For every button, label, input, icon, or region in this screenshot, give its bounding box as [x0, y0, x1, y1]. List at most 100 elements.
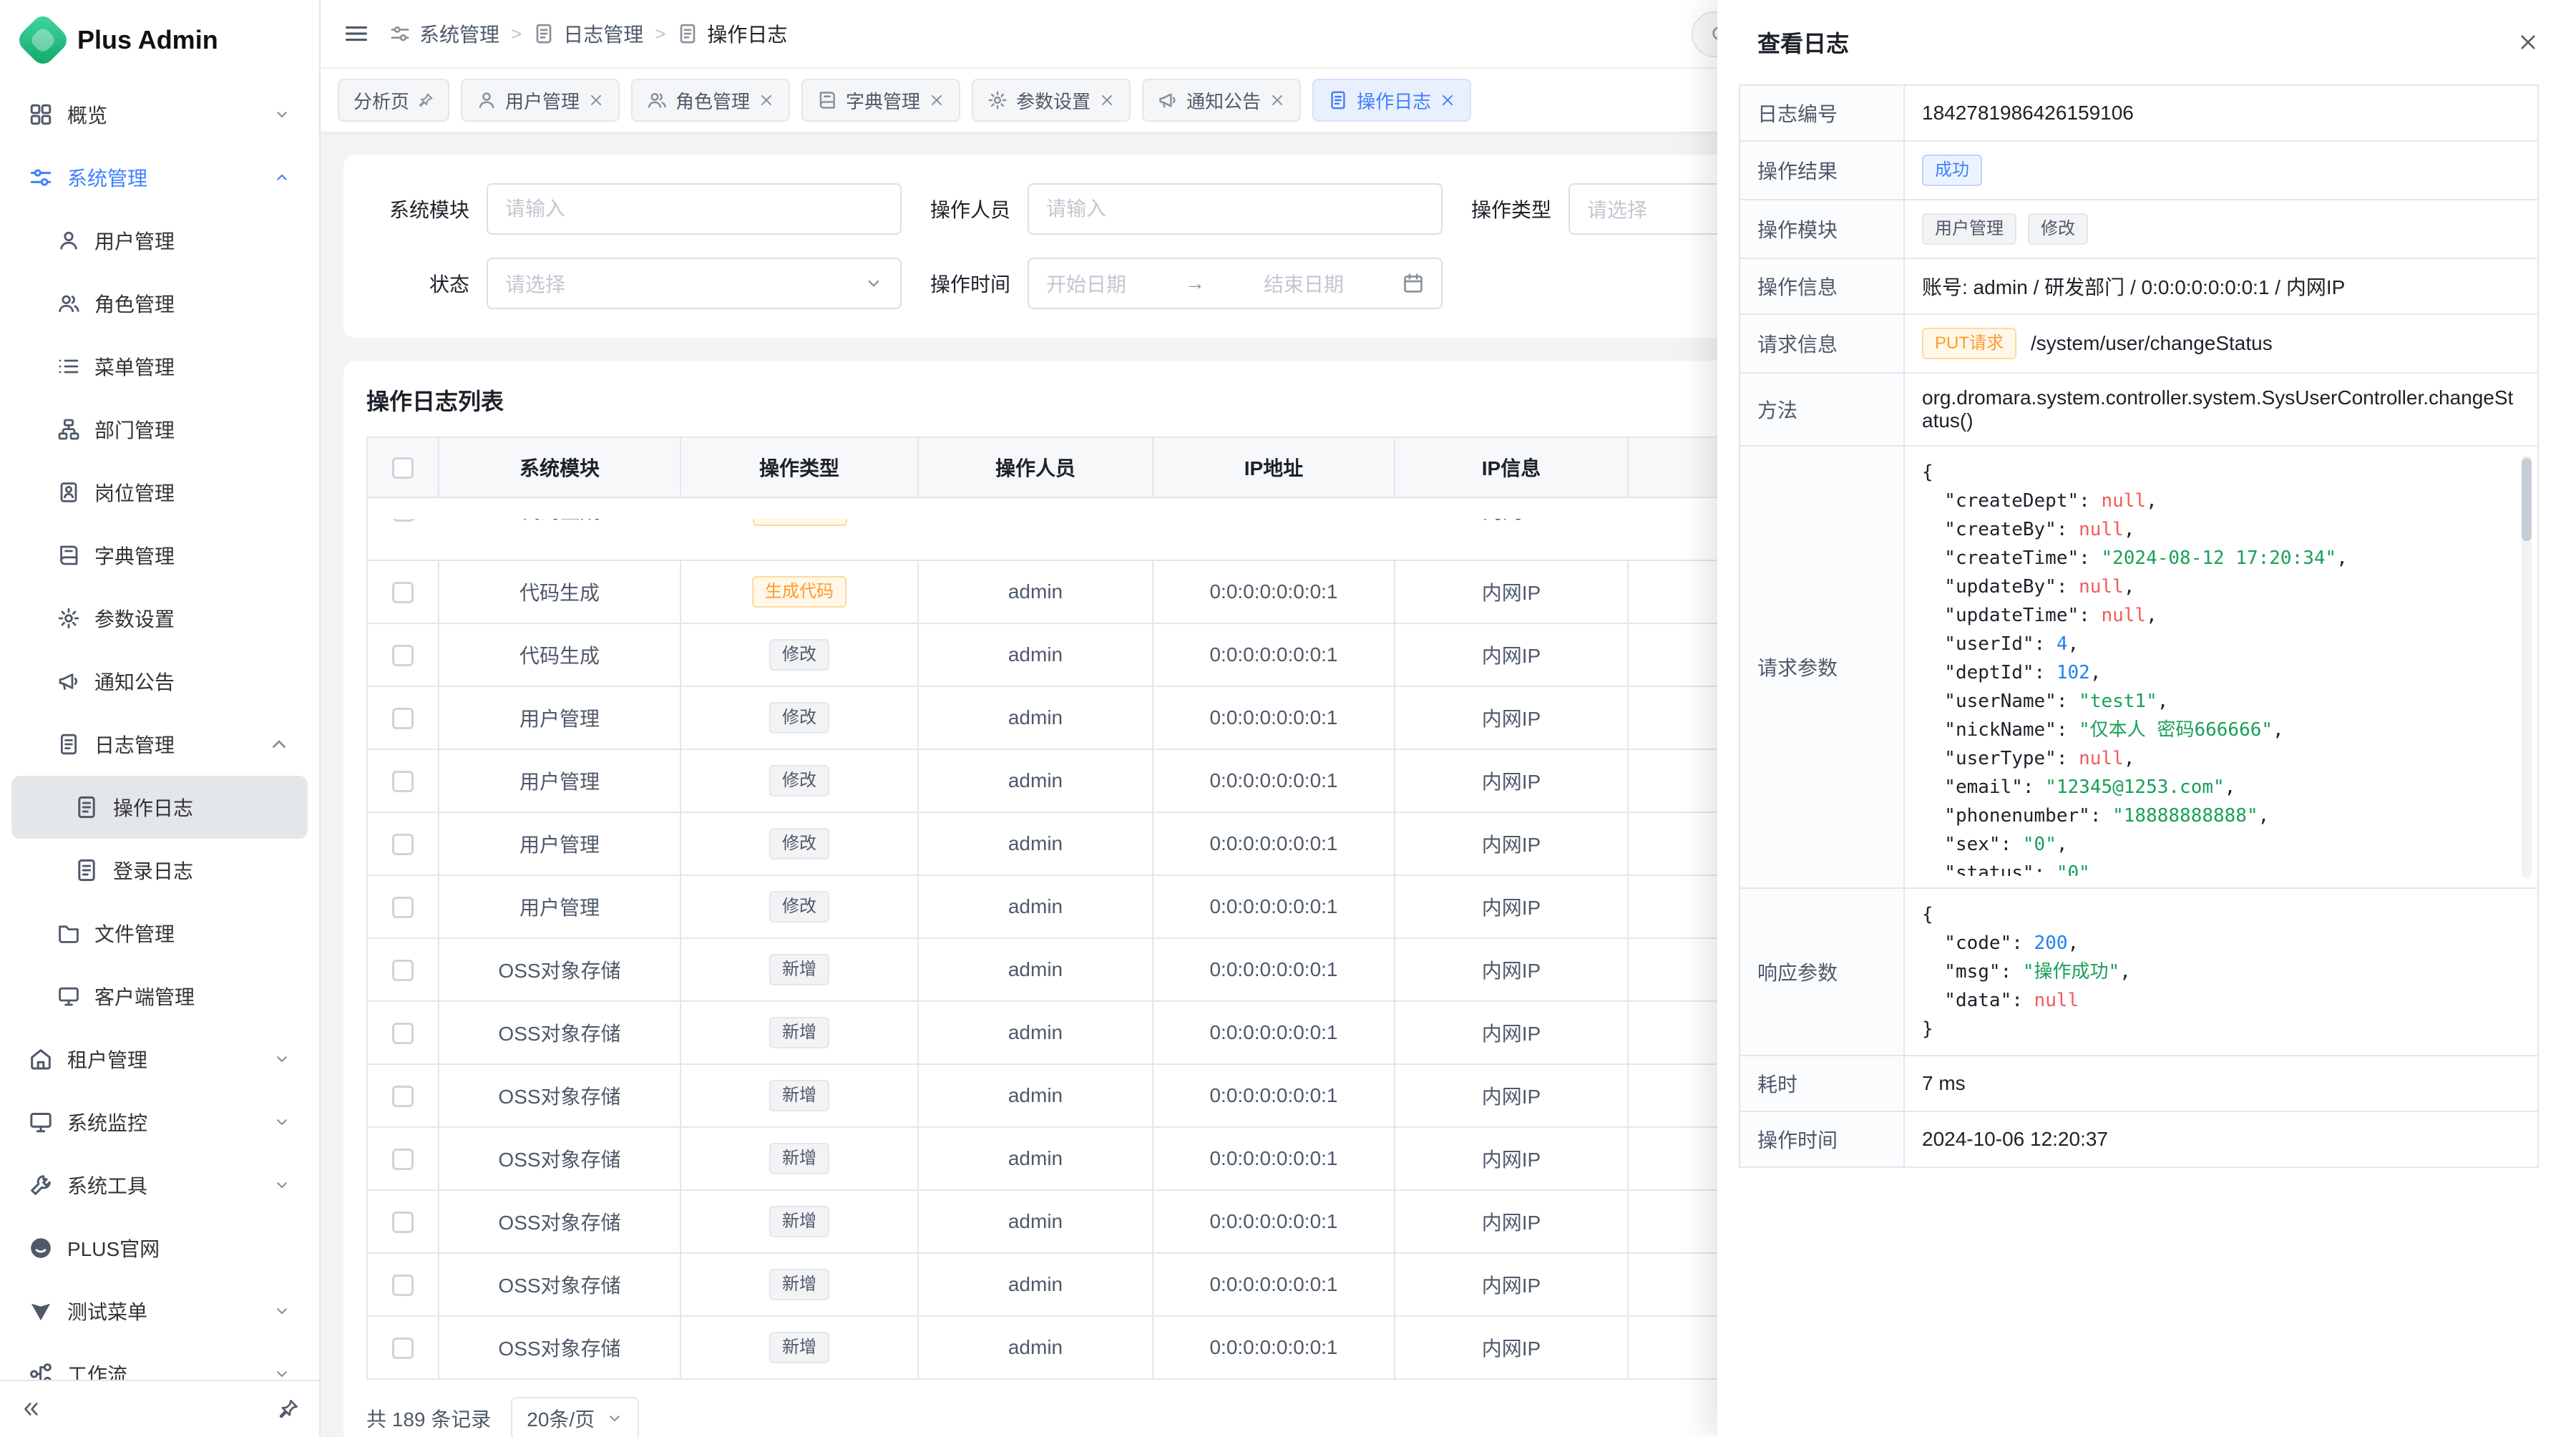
- op-type-badge: 新增: [769, 1206, 829, 1237]
- settings-icon: [389, 23, 411, 44]
- col-op-type: 操作类型: [680, 437, 918, 497]
- breadcrumb-log-mgmt[interactable]: 日志管理: [533, 19, 643, 48]
- row-checkbox[interactable]: [392, 834, 414, 855]
- row-checkbox[interactable]: [392, 1275, 414, 1296]
- close-icon[interactable]: [1269, 92, 1285, 108]
- app-logo-icon: [14, 11, 71, 68]
- row-checkbox[interactable]: [393, 519, 414, 522]
- row-checkbox[interactable]: [392, 1149, 414, 1170]
- operation-info-value: 账号: admin / 研发部门 / 0:0:0:0:0:0:0:1 / 内网I…: [1904, 258, 2538, 314]
- module-input[interactable]: [487, 183, 902, 235]
- tab-param-settings[interactable]: 参数设置: [972, 79, 1131, 122]
- close-icon[interactable]: [2517, 31, 2539, 53]
- op-type-badge: 新增: [769, 1143, 829, 1174]
- sidebar-item-plus-site[interactable]: PLUS官网: [11, 1217, 308, 1280]
- op-type-badge: 新增: [769, 1017, 829, 1048]
- row-checkbox[interactable]: [392, 1212, 414, 1233]
- app-title: Plus Admin: [77, 25, 218, 55]
- sidebar-item-dept-mgmt[interactable]: 部门管理: [11, 398, 308, 461]
- arrow-right-icon: →: [1185, 272, 1205, 295]
- close-icon[interactable]: [929, 92, 945, 108]
- monitor-icon: [57, 985, 80, 1008]
- sidebar-item-menu-mgmt[interactable]: 菜单管理: [11, 335, 308, 398]
- sidebar-item-post-mgmt[interactable]: 岗位管理: [11, 461, 308, 524]
- tab-notice[interactable]: 通知公告: [1142, 79, 1301, 122]
- chevron-up-icon: [273, 169, 291, 186]
- row-checkbox[interactable]: [392, 897, 414, 918]
- chevron-up-icon: [268, 733, 291, 756]
- row-checkbox[interactable]: [392, 708, 414, 729]
- tab-analysis[interactable]: 分析页: [338, 79, 449, 122]
- row-checkbox[interactable]: [392, 645, 414, 666]
- chevron-down-icon: [864, 274, 883, 293]
- org-tree-icon: [57, 418, 80, 441]
- detail-row-cost: 耗时 7 ms: [1740, 1056, 2538, 1111]
- filter-label-operator: 操作人员: [902, 195, 1028, 223]
- filter-label-status: 状态: [361, 269, 487, 298]
- close-icon[interactable]: [1440, 92, 1455, 108]
- row-checkbox[interactable]: [392, 960, 414, 981]
- row-checkbox[interactable]: [392, 1023, 414, 1044]
- detail-row-method: 方法 org.dromara.system.controller.system.…: [1740, 373, 2538, 446]
- sidebar-item-system-monitor[interactable]: 系统监控: [11, 1091, 308, 1154]
- sidebar-item-test-menu[interactable]: 测试菜单: [11, 1280, 308, 1343]
- status-select[interactable]: 请选择: [487, 258, 902, 309]
- tab-dict-mgmt[interactable]: 字典管理: [801, 79, 960, 122]
- breadcrumb-operation-log[interactable]: 操作日志: [677, 19, 787, 48]
- row-checkbox[interactable]: [392, 1338, 414, 1359]
- row-checkbox[interactable]: [392, 582, 414, 603]
- page-size-select[interactable]: 20条/页: [511, 1397, 639, 1437]
- sidebar-item-file-mgmt[interactable]: 文件管理: [11, 902, 308, 965]
- date-range-picker[interactable]: 开始日期 → 结束日期: [1028, 258, 1443, 309]
- col-ip: IP地址: [1153, 437, 1395, 497]
- sidebar-item-dict-mgmt[interactable]: 字典管理: [11, 524, 308, 587]
- sidebar-item-param-settings[interactable]: 参数设置: [11, 587, 308, 650]
- sidebar-item-notice[interactable]: 通知公告: [11, 650, 308, 713]
- sidebar-item-client-mgmt[interactable]: 客户端管理: [11, 965, 308, 1028]
- sidebar-item-operation-log[interactable]: 操作日志: [11, 776, 308, 839]
- op-type-badge: 新增: [769, 1080, 829, 1111]
- close-icon[interactable]: [588, 92, 604, 108]
- row-checkbox[interactable]: [392, 1086, 414, 1107]
- calendar-icon: [1402, 273, 1424, 294]
- detail-row-module: 操作模块 用户管理 修改: [1740, 200, 2538, 258]
- breadcrumb-system-mgmt[interactable]: 系统管理: [389, 19, 499, 48]
- row-checkbox[interactable]: [392, 771, 414, 792]
- detail-row-op-time: 操作时间 2024-10-06 12:20:37: [1740, 1111, 2538, 1167]
- document-icon: [57, 733, 80, 756]
- operator-input[interactable]: [1028, 183, 1443, 235]
- sidebar-menu: 概览 系统管理 用户管理 角色管理 菜单管理 部门管理: [0, 80, 319, 1380]
- sidebar-item-system-mgmt[interactable]: 系统管理: [11, 146, 308, 209]
- select-all-checkbox[interactable]: [392, 457, 414, 479]
- hamburger-menu-icon[interactable]: [343, 21, 369, 47]
- collapse-sidebar-icon[interactable]: [20, 1398, 42, 1420]
- sidebar-item-tenant-mgmt[interactable]: 租户管理: [11, 1028, 308, 1091]
- http-method-badge: PUT请求: [1922, 328, 2016, 359]
- tab-user-mgmt[interactable]: 用户管理: [461, 79, 620, 122]
- filter-label-op-time: 操作时间: [902, 269, 1028, 298]
- tab-role-mgmt[interactable]: 角色管理: [631, 79, 790, 122]
- app-logo[interactable]: Plus Admin: [0, 0, 319, 80]
- settings-icon: [29, 165, 53, 190]
- sidebar-item-login-log[interactable]: 登录日志: [11, 839, 308, 902]
- pin-icon[interactable]: [278, 1398, 299, 1420]
- sidebar-item-log-mgmt[interactable]: 日志管理: [11, 713, 308, 776]
- tab-operation-log[interactable]: 操作日志: [1312, 79, 1471, 122]
- close-icon[interactable]: [758, 92, 774, 108]
- op-type-badge: 修改: [769, 828, 829, 859]
- sidebar-item-workflow[interactable]: 工作流: [11, 1343, 308, 1380]
- cost-value: 7 ms: [1904, 1056, 2538, 1111]
- scrollbar-thumb[interactable]: [2522, 458, 2532, 541]
- book-icon: [57, 544, 80, 567]
- close-icon[interactable]: [1099, 92, 1115, 108]
- chevron-down-icon: [273, 106, 291, 123]
- document-icon: [533, 23, 555, 44]
- op-type-badge: 生成代码: [752, 576, 847, 608]
- sidebar-item-user-mgmt[interactable]: 用户管理: [11, 209, 308, 272]
- view-log-drawer: 查看日志 日志编号 1842781986426159106 操作结果 成功 操作…: [1717, 0, 2576, 1437]
- sidebar-item-role-mgmt[interactable]: 角色管理: [11, 272, 308, 335]
- sidebar-item-overview[interactable]: 概览: [11, 83, 308, 146]
- sidebar-item-system-tools[interactable]: 系统工具: [11, 1154, 308, 1217]
- grid-icon: [29, 102, 53, 127]
- megaphone-icon: [57, 670, 80, 693]
